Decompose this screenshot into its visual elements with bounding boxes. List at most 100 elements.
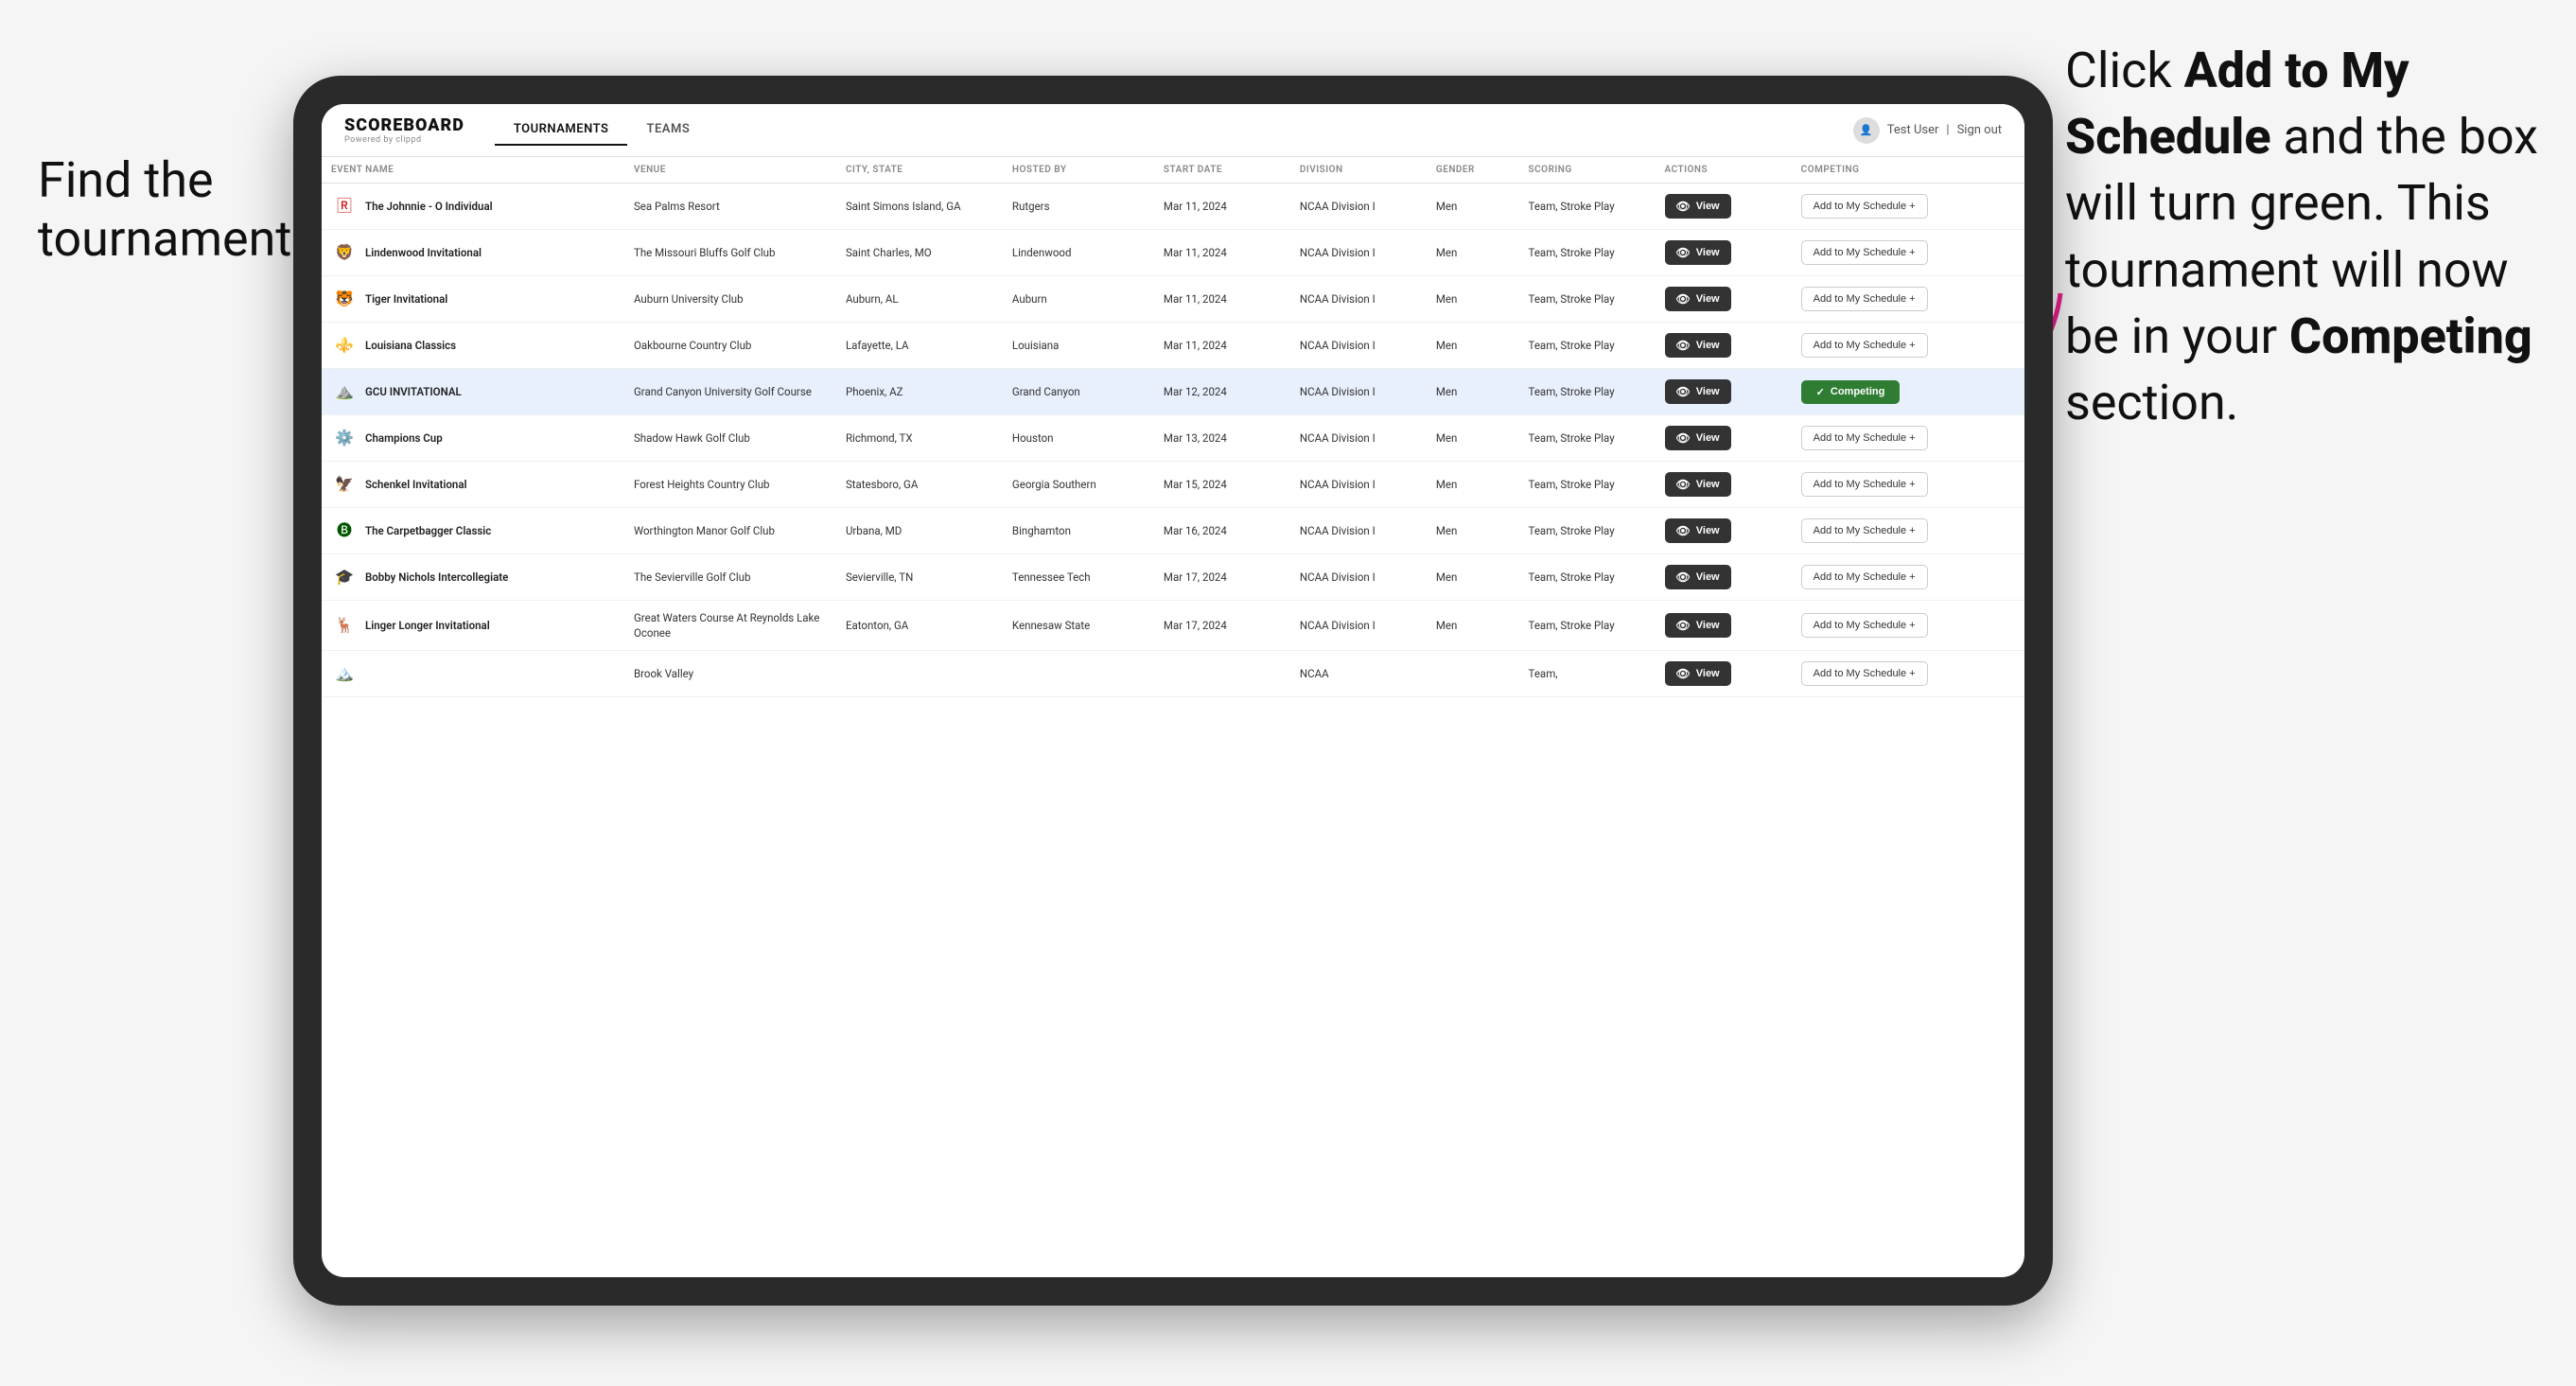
add-to-schedule-button[interactable]: Add to My Schedule + <box>1801 333 1928 358</box>
eye-icon: 👁 <box>1676 524 1691 537</box>
hosted-cell: Louisiana <box>1003 323 1154 369</box>
gender-cell: Men <box>1427 415 1519 462</box>
col-header-gender: GENDER <box>1427 157 1519 184</box>
col-header-venue: VENUE <box>624 157 836 184</box>
actions-cell: 👁View <box>1656 230 1792 276</box>
event-name: The Johnnie - O Individual <box>365 199 493 214</box>
view-button[interactable]: 👁View <box>1665 287 1731 311</box>
division-cell: NCAA Division I <box>1290 369 1427 415</box>
date-cell: Mar 17, 2024 <box>1154 554 1290 601</box>
competing-button[interactable]: ✓Competing <box>1801 380 1901 404</box>
actions-cell: 👁View <box>1656 276 1792 323</box>
venue-cell: Great Waters Course At Reynolds Lake Oco… <box>624 601 836 651</box>
event-name: Bobby Nichols Intercollegiate <box>365 570 508 585</box>
event-name-cell: 🦅 Schenkel Invitational <box>331 471 615 498</box>
gender-cell: Men <box>1427 601 1519 651</box>
event-name-cell: 🏔️ <box>331 660 615 687</box>
venue-cell: Sea Palms Resort <box>624 184 836 230</box>
view-button[interactable]: 👁View <box>1665 194 1731 219</box>
logo-title: SCOREBOARD <box>344 115 464 135</box>
col-header-division: DIVISION <box>1290 157 1427 184</box>
actions-cell: 👁View <box>1656 369 1792 415</box>
eye-icon: 👁 <box>1676 292 1691 306</box>
competing-cell: Add to My Schedule + <box>1792 508 2024 554</box>
check-icon: ✓ <box>1816 386 1825 398</box>
school-logo: ⛰️ <box>331 378 358 405</box>
school-logo: 🐯 <box>331 286 358 312</box>
venue-cell: Auburn University Club <box>624 276 836 323</box>
view-button[interactable]: 👁View <box>1665 379 1731 404</box>
venue-cell: Shadow Hawk Golf Club <box>624 415 836 462</box>
city-cell: Statesboro, GA <box>836 462 1003 508</box>
add-to-schedule-button[interactable]: Add to My Schedule + <box>1801 240 1928 265</box>
sign-out-link[interactable]: Sign out <box>1957 123 2002 137</box>
competing-cell: Add to My Schedule + <box>1792 276 2024 323</box>
add-to-schedule-button[interactable]: Add to My Schedule + <box>1801 426 1928 450</box>
tab-tournaments[interactable]: TOURNAMENTS <box>495 114 628 146</box>
division-cell: NCAA Division I <box>1290 554 1427 601</box>
city-cell: Phoenix, AZ <box>836 369 1003 415</box>
add-to-schedule-button[interactable]: Add to My Schedule + <box>1801 287 1928 311</box>
event-name: Tiger Invitational <box>365 291 447 307</box>
view-button[interactable]: 👁View <box>1665 472 1731 497</box>
event-name: The Carpetbagger Classic <box>365 523 491 538</box>
actions-cell: 👁View <box>1656 651 1792 697</box>
instruction-left: Find the tournament. <box>38 151 322 270</box>
venue-cell: Worthington Manor Golf Club <box>624 508 836 554</box>
event-name-cell: 🦌 Linger Longer Invitational <box>331 612 615 639</box>
venue-cell: The Missouri Bluffs Golf Club <box>624 230 836 276</box>
nav-tabs: TOURNAMENTS TEAMS <box>495 114 709 146</box>
table-row: ⛰️ GCU INVITATIONAL Grand Canyon Univers… <box>322 369 2024 415</box>
school-logo: 🎓 <box>331 564 358 590</box>
school-logo: 🦌 <box>331 612 358 639</box>
view-button[interactable]: 👁View <box>1665 661 1731 686</box>
view-button[interactable]: 👁View <box>1665 333 1731 358</box>
division-cell: NCAA Division I <box>1290 415 1427 462</box>
tablet-screen: SCOREBOARD Powered by clippd TOURNAMENTS… <box>322 104 2024 1277</box>
table-row: 🦌 Linger Longer Invitational Great Water… <box>322 601 2024 651</box>
add-to-schedule-button[interactable]: Add to My Schedule + <box>1801 472 1928 497</box>
venue-cell: The Sevierville Golf Club <box>624 554 836 601</box>
tab-teams[interactable]: TEAMS <box>627 114 709 146</box>
division-cell: NCAA Division I <box>1290 323 1427 369</box>
date-cell: Mar 17, 2024 <box>1154 601 1290 651</box>
add-to-schedule-button[interactable]: Add to My Schedule + <box>1801 613 1928 638</box>
view-button[interactable]: 👁View <box>1665 565 1731 589</box>
col-header-scoring: SCORING <box>1519 157 1656 184</box>
date-cell: Mar 12, 2024 <box>1154 369 1290 415</box>
gender-cell <box>1427 651 1519 697</box>
scoring-cell: Team, Stroke Play <box>1519 554 1656 601</box>
event-name: Louisiana Classics <box>365 338 456 353</box>
division-cell: NCAA <box>1290 651 1427 697</box>
view-button[interactable]: 👁View <box>1665 518 1731 543</box>
date-cell: Mar 13, 2024 <box>1154 415 1290 462</box>
col-header-hosted: HOSTED BY <box>1003 157 1154 184</box>
scoring-cell: Team, <box>1519 651 1656 697</box>
competing-cell: Add to My Schedule + <box>1792 184 2024 230</box>
gender-cell: Men <box>1427 462 1519 508</box>
event-name: Champions Cup <box>365 430 443 446</box>
add-to-schedule-button[interactable]: Add to My Schedule + <box>1801 565 1928 589</box>
logo-area: SCOREBOARD Powered by clippd <box>344 115 464 145</box>
add-to-schedule-button[interactable]: Add to My Schedule + <box>1801 194 1928 219</box>
app-header: SCOREBOARD Powered by clippd TOURNAMENTS… <box>322 104 2024 157</box>
gender-cell: Men <box>1427 323 1519 369</box>
view-button[interactable]: 👁View <box>1665 613 1731 638</box>
add-to-schedule-button[interactable]: Add to My Schedule + <box>1801 518 1928 543</box>
city-cell: Saint Simons Island, GA <box>836 184 1003 230</box>
city-cell: Richmond, TX <box>836 415 1003 462</box>
scoring-cell: Team, Stroke Play <box>1519 601 1656 651</box>
actions-cell: 👁View <box>1656 415 1792 462</box>
hosted-cell: Kennesaw State <box>1003 601 1154 651</box>
view-button[interactable]: 👁View <box>1665 240 1731 265</box>
city-cell: Lafayette, LA <box>836 323 1003 369</box>
actions-cell: 👁View <box>1656 601 1792 651</box>
city-cell: Sevierville, TN <box>836 554 1003 601</box>
date-cell: Mar 11, 2024 <box>1154 230 1290 276</box>
add-to-schedule-button[interactable]: Add to My Schedule + <box>1801 661 1928 686</box>
eye-icon: 👁 <box>1676 619 1691 632</box>
view-button[interactable]: 👁View <box>1665 426 1731 450</box>
date-cell <box>1154 651 1290 697</box>
gender-cell: Men <box>1427 369 1519 415</box>
gender-cell: Men <box>1427 276 1519 323</box>
